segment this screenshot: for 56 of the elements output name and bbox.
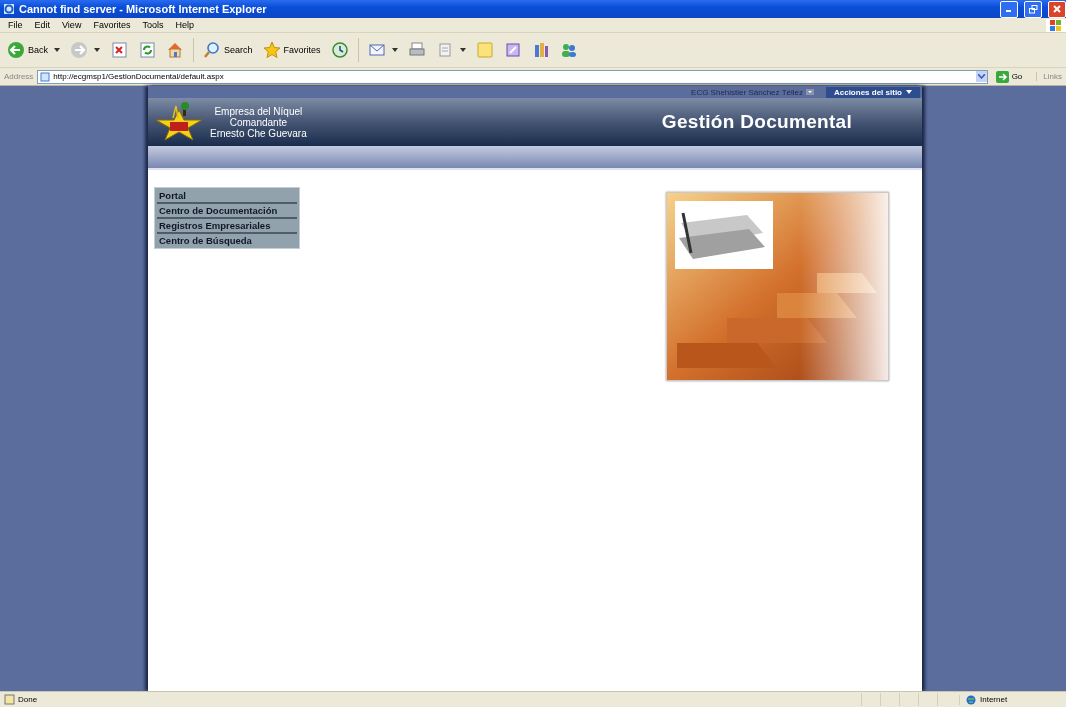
page-done-icon [4,694,15,705]
organization-name-line: Ernesto Che Guevara [210,127,307,139]
menu-item[interactable]: Tools [136,20,170,30]
mail-icon [367,41,386,59]
menu-link[interactable]: Registros Empresariales [157,219,297,234]
dropdown-caret-icon [805,89,814,95]
go-arrow-icon [995,70,1009,83]
status-text: Done [18,695,38,704]
dropdown-caret-icon [906,90,912,94]
search-button[interactable]: Search [200,39,256,61]
menu-link[interactable]: Centro de Búsqueda [157,234,297,247]
research-icon [503,41,522,59]
address-field[interactable]: http://ecgmsp1/GestionDocumental/default.aspx [37,69,988,84]
organization-name-line: Comandante [229,116,287,128]
back-arrow-button[interactable]: Back [4,39,63,61]
site-actions-menu[interactable]: Acciones del sitio [825,86,920,98]
minimize-button[interactable] [1000,0,1018,18]
go-button[interactable]: Go [991,70,1027,83]
zone-label: Internet [980,695,1008,704]
star-icon [262,41,281,59]
logo-icon [154,102,204,142]
menu-link[interactable]: Portal [157,189,297,204]
dropdown-caret-icon[interactable] [977,74,985,79]
dropdown-caret-icon [391,48,398,52]
printer-icon [407,41,426,59]
home-icon [166,41,184,59]
window-title: Cannot find server - Microsoft Internet Explorer [19,3,268,15]
forward-arrow-icon [70,41,88,59]
restore-button[interactable] [1024,0,1042,18]
dropdown-caret-icon [54,48,60,52]
close-icon [1053,5,1061,13]
people-icon [559,41,578,59]
history-icon [330,41,349,59]
note-icon [475,41,494,59]
menu-link[interactable]: Centro de Documentación [157,204,297,219]
refresh-icon [138,41,156,59]
ie-logo-icon [3,3,15,15]
page-icon [40,71,51,82]
star-button[interactable]: Favorites [259,39,324,61]
windows-flag-icon [1050,19,1062,31]
menu-item[interactable]: Help [169,20,200,30]
dropdown-caret-icon [94,48,100,52]
search-icon [203,41,221,59]
site-title: Gestión Documental [661,111,852,133]
menu-item[interactable]: Favorites [87,20,137,30]
stop-icon [110,41,128,59]
address-label: Address [4,72,34,81]
close-button[interactable] [1048,0,1066,18]
organization-name-line: Empresa del Níquel [214,105,303,117]
back-arrow-icon [7,41,25,59]
menu-item[interactable]: File [2,20,29,30]
restore-icon [1028,4,1038,14]
menu-item[interactable]: Edit [28,20,57,30]
globe-icon [966,694,976,705]
menu-item[interactable]: View [56,20,88,30]
dropdown-caret-icon [459,48,466,52]
